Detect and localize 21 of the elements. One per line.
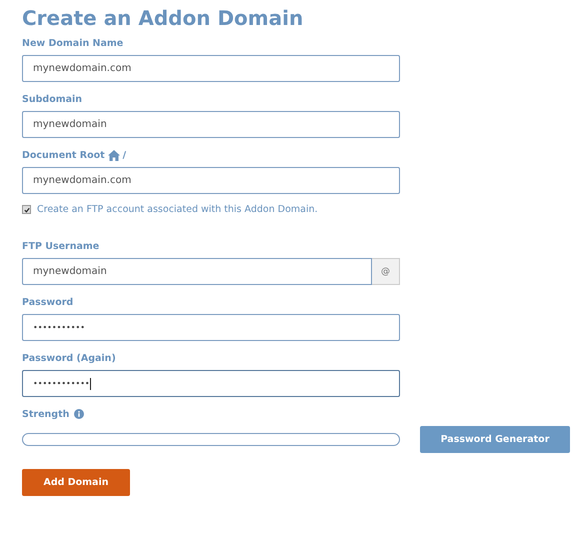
password-field[interactable]: ••••••••••••	[22, 370, 400, 397]
field-label: Password	[22, 296, 74, 308]
field-label: Password (Again)	[22, 352, 116, 364]
input-field[interactable]: mynewdomain	[22, 111, 400, 138]
field-label: New Domain Name	[22, 38, 124, 48]
checkbox[interactable]	[22, 205, 31, 214]
page-title: Create an Addon Domain	[22, 6, 304, 30]
info-icon	[74, 409, 84, 419]
input-field[interactable]: mynewdomain.com	[22, 167, 400, 194]
input-field[interactable]: mynewdomain.com	[22, 55, 400, 82]
checkbox-label: Create an FTP account associated with this Addon Domain.	[37, 204, 318, 215]
field-label: FTP Username	[22, 240, 100, 252]
add-domain-button[interactable]: Add Domain	[22, 469, 130, 496]
field-label: Document Root	[22, 150, 105, 160]
home-icon	[108, 150, 120, 160]
path-separator: /	[122, 150, 126, 160]
field-label: Strength	[22, 408, 70, 420]
at-addon: @	[372, 258, 400, 285]
input-field[interactable]: mynewdomain	[22, 258, 372, 285]
field-label: Subdomain	[22, 94, 82, 104]
password-field[interactable]: •••••••••••	[22, 314, 400, 341]
